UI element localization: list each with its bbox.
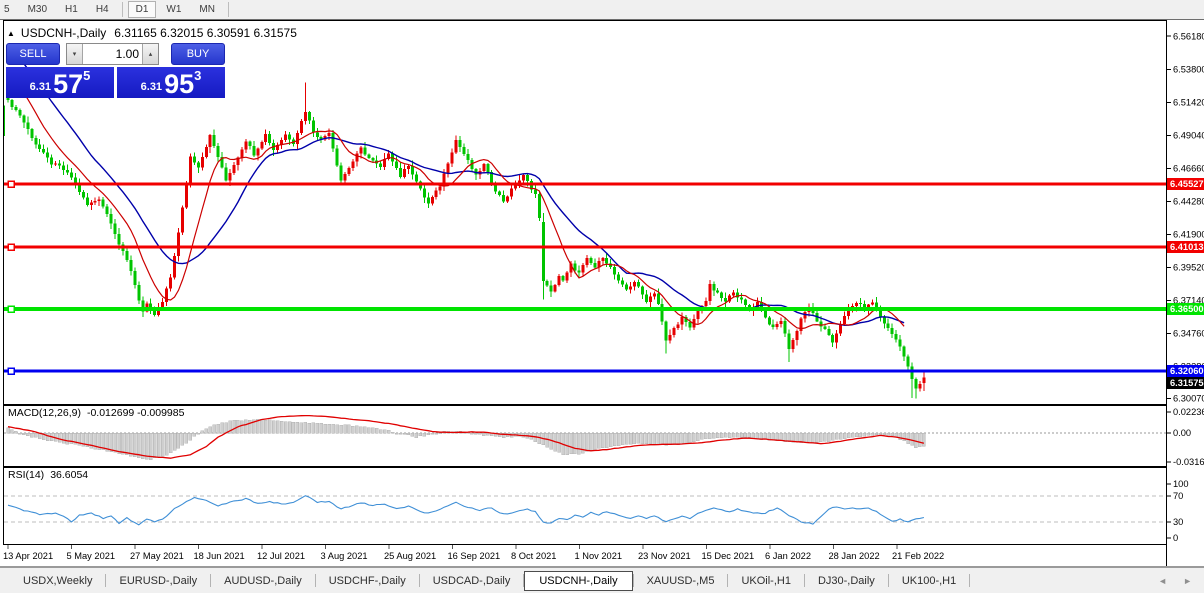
date-axis-label: 8 Oct 2021: [511, 551, 556, 561]
date-axis-label: 21 Feb 2022: [892, 551, 944, 561]
rsi-axis-tick: 70: [1173, 491, 1183, 501]
macd-indicator-name: MACD(12,26,9): [8, 407, 81, 419]
chart-tab-uk100-h1[interactable]: UK100-,H1: [889, 571, 969, 591]
sell-price-big: 57: [53, 69, 84, 99]
chart-tab-usdchf-daily[interactable]: USDCHF-,Daily: [316, 571, 419, 591]
chart-tab-audusd-daily[interactable]: AUDUSD-,Daily: [211, 571, 315, 591]
chart-symbol-label: USDCNH-,Daily: [20, 26, 107, 40]
macd-axis-tick: -0.03169: [1173, 457, 1204, 467]
timeframe-button-d1[interactable]: D1: [127, 1, 157, 18]
timeframe-button-w1[interactable]: W1: [158, 1, 189, 18]
date-axis-label: 12 Jul 2021: [257, 551, 305, 561]
date-axis-label: 18 Jun 2021: [194, 551, 245, 561]
rsi-axis-tick: 30: [1173, 517, 1183, 527]
volume-input[interactable]: [83, 44, 142, 64]
price-axis-tick: 6.34760: [1173, 329, 1204, 339]
timeframe-button-mn[interactable]: MN: [191, 1, 223, 18]
buy-price-sup: 3: [194, 68, 202, 83]
date-axis-label: 5 May 2021: [67, 551, 116, 561]
date-axis-label: 28 Jan 2022: [829, 551, 880, 561]
rsi-indicator-name: RSI(14): [8, 469, 45, 481]
price-axis-tick: 6.44280: [1173, 196, 1204, 206]
macd-pane-label: MACD(12,26,9) -0.012699 -0.009985: [8, 407, 184, 419]
date-axis-label: 15 Dec 2021: [702, 551, 755, 561]
collapse-trade-panel-icon[interactable]: ▲: [7, 29, 15, 38]
timeframe-button-h4[interactable]: H4: [88, 1, 117, 18]
price-axis-tick: 6.30070: [1173, 394, 1204, 404]
rsi-pane-label: RSI(14) 36.6054: [8, 469, 88, 481]
timeframe-button-m30[interactable]: M30: [20, 1, 55, 18]
macd-axis-tick: 0.00: [1173, 428, 1191, 438]
price-axis-tick: 6.51420: [1173, 97, 1204, 107]
rsi-indicator-value: 36.6054: [50, 469, 89, 481]
date-axis-label: 13 Apr 2021: [3, 551, 53, 561]
timeframe-button-h1[interactable]: H1: [57, 1, 86, 18]
macd-indicator-values: -0.012699 -0.009985: [86, 407, 185, 419]
chart-tab-usdx-weekly[interactable]: USDX,Weekly: [10, 571, 105, 591]
price-level-badge: 6.36500: [1170, 304, 1204, 314]
date-axis-label: 25 Aug 2021: [384, 551, 436, 561]
chart-tab-bar: USDX,Weekly EURUSD-,Daily AUDUSD-,Daily USD…: [0, 567, 1204, 593]
date-axis-label: 23 Nov 2021: [638, 551, 691, 561]
price-axis-tick: 6.56180: [1173, 31, 1204, 41]
price-level-badge: 6.32060: [1170, 366, 1204, 376]
rsi-axis-tick: 0: [1173, 533, 1178, 543]
mt4-terminal-window: 5 M30 H1 H4 D1 W1 MN 6.56180 6.53800 6.51420 6.49…: [0, 0, 1204, 593]
tab-scroll-arrows: ◄ ►: [1158, 576, 1192, 586]
sell-price-sup: 5: [83, 68, 91, 83]
one-click-trade-panel: SELL ▾ ▴ BUY 6.31 57 5 6.31 95 3: [6, 43, 225, 98]
tab-scroll-right-icon[interactable]: ►: [1183, 576, 1192, 586]
volume-spinner: ▾ ▴: [66, 43, 159, 65]
date-axis-label: 6 Jan 2022: [765, 551, 811, 561]
price-axis-tick: 6.46660: [1173, 163, 1204, 173]
price-axis-tick: 6.49040: [1173, 130, 1204, 140]
buy-price-big: 95: [164, 69, 195, 99]
sell-button[interactable]: SELL: [6, 43, 60, 65]
volume-increase-icon[interactable]: ▴: [142, 44, 158, 64]
chart-tab-eurusd-daily[interactable]: EURUSD-,Daily: [106, 571, 210, 591]
chart-tab-dj30-daily[interactable]: DJ30-,Daily: [805, 571, 888, 591]
date-axis-label: 27 May 2021: [130, 551, 184, 561]
price-level-badge: 6.31575: [1170, 378, 1204, 388]
chart-tab-xauusd-m5[interactable]: XAUUSD-,M5: [634, 571, 728, 591]
rsi-axis-tick: 100: [1173, 479, 1189, 489]
toolbar-separator: [227, 2, 229, 17]
date-axis-label: 3 Aug 2021: [321, 551, 368, 561]
sell-price-panel[interactable]: 6.31 57 5: [6, 67, 114, 98]
price-axis-tick: 6.39520: [1173, 263, 1204, 273]
price-axis-tick: 6.41900: [1173, 230, 1204, 240]
sell-price-prefix: 6.31: [29, 81, 52, 93]
volume-decrease-icon[interactable]: ▾: [67, 44, 83, 64]
buy-price-panel[interactable]: 6.31 95 3: [117, 67, 225, 98]
price-level-badge: 6.41013: [1170, 242, 1204, 252]
price-level-badge: 6.45527: [1170, 179, 1204, 189]
timeframe-button-5[interactable]: 5: [0, 1, 18, 18]
chart-title: ▲ USDCNH-,Daily 6.31165 6.32015 6.30591 …: [7, 26, 297, 40]
buy-price-prefix: 6.31: [140, 81, 163, 93]
price-axis-tick: 6.53800: [1173, 64, 1204, 74]
timeframe-toolbar: 5 M30 H1 H4 D1 W1 MN: [0, 0, 1204, 20]
macd-axis-tick: 0.02236: [1173, 407, 1204, 417]
chart-tab-usdcnh-daily[interactable]: USDCNH-,Daily: [524, 570, 633, 591]
date-axis-label: 16 Sep 2021: [448, 551, 501, 561]
chart-tab-ukoil-h1[interactable]: UKOil-,H1: [728, 571, 804, 591]
tab-scroll-left-icon[interactable]: ◄: [1158, 576, 1167, 586]
chart-ohlc-values: 6.31165 6.32015 6.30591 6.31575: [114, 26, 297, 40]
toolbar-separator: [121, 2, 123, 17]
buy-button[interactable]: BUY: [171, 43, 225, 65]
date-axis-label: 1 Nov 2021: [575, 551, 623, 561]
tab-separator: [969, 574, 971, 587]
chart-tab-usdcad-daily[interactable]: USDCAD-,Daily: [420, 571, 524, 591]
